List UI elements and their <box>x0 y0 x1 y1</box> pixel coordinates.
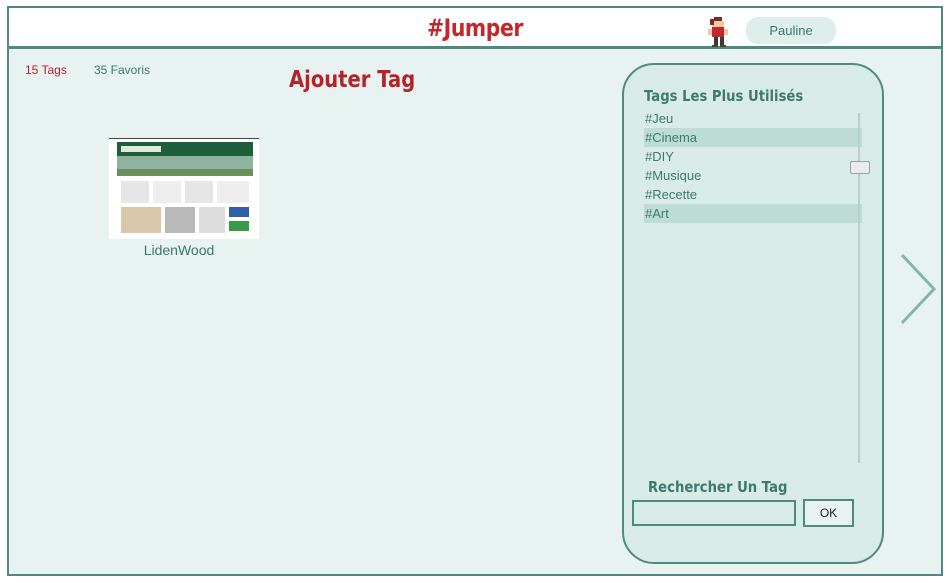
tags-count-link[interactable]: 15 Tags <box>25 63 67 77</box>
favorites-count-link[interactable]: 35 Favoris <box>94 63 150 77</box>
chevron-right-icon[interactable] <box>898 252 940 326</box>
search-title: Rechercher Un Tag <box>648 478 788 496</box>
tag-item[interactable]: #Musique <box>644 166 862 185</box>
avatar[interactable] <box>706 17 730 49</box>
tag-item[interactable]: #DIY <box>644 147 862 166</box>
search-input[interactable] <box>632 500 796 526</box>
favorite-label[interactable]: LidenWood <box>109 242 249 258</box>
panel-title: Tags Les Plus Utilisés <box>644 87 804 105</box>
tag-item[interactable]: #Cinema <box>644 128 862 147</box>
tag-list: #Jeu #Cinema #DIY #Musique #Recette #Art <box>644 109 862 223</box>
tag-item[interactable]: #Art <box>644 204 862 223</box>
favorite-thumbnail[interactable] <box>109 138 259 239</box>
tags-panel: Tags Les Plus Utilisés #Jeu #Cinema #DIY… <box>622 63 884 564</box>
tag-item[interactable]: #Jeu <box>644 109 862 128</box>
main-content: 15 Tags 35 Favoris Ajouter Tag LidenWood… <box>7 47 943 576</box>
tag-item[interactable]: #Recette <box>644 185 862 204</box>
add-tag-button[interactable]: Ajouter Tag <box>289 67 415 93</box>
user-menu-button[interactable]: Pauline <box>746 17 836 44</box>
top-header: #Jumper Pauline <box>7 6 943 49</box>
scrollbar-thumb[interactable] <box>850 161 870 174</box>
ok-button[interactable]: OK <box>803 499 854 527</box>
